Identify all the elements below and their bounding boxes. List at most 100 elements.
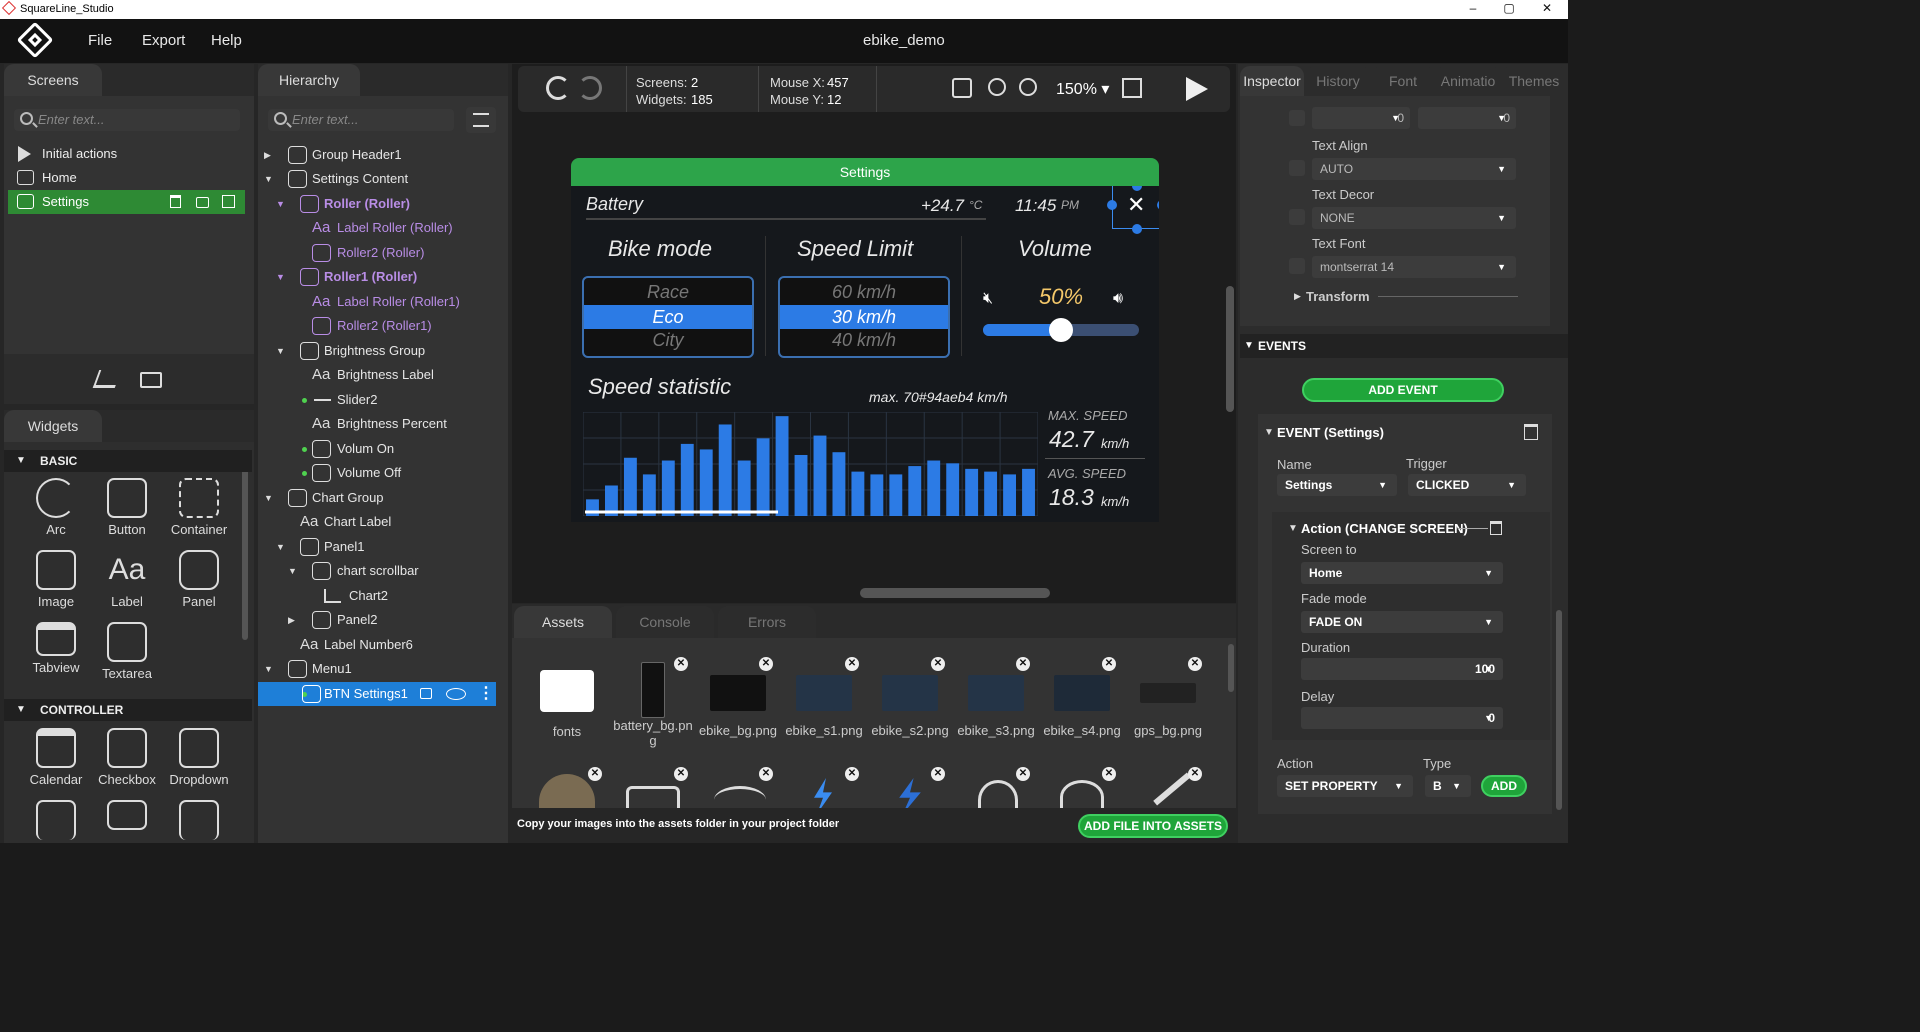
tree-item[interactable]: Slider2 (262, 388, 502, 412)
delete-asset-icon[interactable]: ✕ (588, 767, 602, 781)
device-preview[interactable]: Settings Battery +24.7 °C 11:45 PM ✕ Bik… (571, 158, 1159, 522)
asset-gps-bg[interactable]: gps_bg.png (1128, 675, 1208, 738)
delete-asset-icon[interactable]: ✕ (1102, 657, 1116, 671)
tree-item[interactable]: ▼ Brightness Group (262, 339, 502, 363)
widget-calendar[interactable]: Calendar (21, 728, 91, 787)
delete-asset-icon[interactable]: ✕ (845, 767, 859, 781)
delete-action-icon[interactable] (1490, 521, 1502, 535)
tree-item[interactable]: ▼ Menu1 (262, 657, 502, 681)
widget-arc[interactable]: Arc (21, 478, 91, 537)
tree-item[interactable]: ▼ Settings Content (262, 167, 502, 191)
delete-asset-icon[interactable]: ✕ (931, 657, 945, 671)
tree-item[interactable]: Aa Label Roller (Roller) (262, 216, 502, 240)
checkbox[interactable] (1289, 209, 1305, 225)
duplicate-icon[interactable] (222, 195, 235, 208)
asset-ebike-s3[interactable]: ebike_s3.png (956, 675, 1036, 738)
asset-ebike-bg[interactable]: ebike_bg.png (698, 675, 778, 738)
tab-errors[interactable]: Errors (718, 606, 816, 638)
more-icon[interactable]: ⋮ (478, 682, 494, 706)
assets-scrollbar[interactable] (1228, 644, 1234, 692)
volume-on-icon[interactable]: 🔊︎ (1113, 290, 1123, 308)
duration-input[interactable]: 100 (1301, 658, 1503, 680)
fade-mode-dropdown[interactable]: FADE ON (1301, 611, 1503, 633)
canvas-vscrollbar[interactable] (1226, 286, 1234, 412)
speed-limit-roller[interactable]: 60 km/h 30 km/h 40 km/h (778, 276, 950, 358)
redo-icon[interactable] (578, 76, 602, 100)
number-field[interactable]: 0 (1312, 107, 1410, 129)
delete-icon[interactable] (170, 195, 181, 208)
text-align-dropdown[interactable]: AUTO (1312, 158, 1516, 180)
volume-slider-knob[interactable] (1049, 318, 1073, 342)
tree-item[interactable]: Volume Off (262, 461, 502, 485)
section-basic[interactable]: BASIC (4, 450, 252, 472)
screen-item-settings[interactable]: Settings (8, 190, 245, 214)
close-button[interactable]: ✕ (1530, 0, 1564, 19)
delete-asset-icon[interactable]: ✕ (674, 657, 688, 671)
add-event-button[interactable]: ADD EVENT (1302, 378, 1504, 402)
menu-export[interactable]: Export (142, 32, 185, 49)
tree-item[interactable]: ▼ Roller (Roller) (262, 192, 502, 216)
delete-asset-icon[interactable]: ✕ (1016, 657, 1030, 671)
widget-textarea[interactable]: Textarea (92, 622, 162, 681)
tab-hierarchy[interactable]: Hierarchy (258, 64, 360, 96)
asset-fonts[interactable]: fonts (527, 670, 607, 739)
tree-item[interactable]: Roller2 (Roller) (262, 241, 502, 265)
number-field[interactable]: 0 (1418, 107, 1516, 129)
tab-assets[interactable]: Assets (514, 606, 612, 638)
widget-label[interactable]: Aa Label (92, 550, 162, 609)
asset-battery-bg[interactable]: battery_bg.png (613, 662, 693, 748)
asset-ebike-s4[interactable]: ebike_s4.png (1042, 675, 1122, 738)
undo-icon[interactable] (546, 76, 570, 100)
menu-file[interactable]: File (88, 32, 112, 49)
screen-item-home[interactable]: Home (14, 166, 240, 190)
widget-container[interactable]: Container (164, 478, 234, 537)
asset-ebike-s2[interactable]: ebike_s2.png (870, 675, 950, 738)
tab-history[interactable]: History (1306, 66, 1370, 96)
text-decor-dropdown[interactable]: NONE (1312, 207, 1516, 229)
tree-item[interactable]: ▼ chart scrollbar (262, 559, 502, 583)
canvas-hscrollbar[interactable] (860, 588, 1050, 598)
tab-themes[interactable]: Themes (1502, 66, 1566, 96)
zoom-dropdown[interactable]: 150% ▾ (1056, 79, 1109, 99)
zoom-in-icon[interactable] (1019, 78, 1037, 96)
menu-help[interactable]: Help (211, 32, 242, 49)
add-action-button[interactable]: ADD (1481, 775, 1527, 797)
widget-keyboard-like[interactable] (21, 800, 91, 843)
delay-input[interactable]: 0 (1301, 707, 1503, 729)
delete-asset-icon[interactable]: ✕ (931, 767, 945, 781)
tree-item[interactable]: Aa Label Roller (Roller1) (262, 290, 502, 314)
event-name-input[interactable]: Settings (1277, 474, 1397, 496)
delete-asset-icon[interactable]: ✕ (1102, 767, 1116, 781)
type-dropdown[interactable]: B (1425, 775, 1471, 797)
delete-event-icon[interactable] (1524, 424, 1538, 440)
section-controller[interactable]: CONTROLLER (4, 699, 252, 721)
zoom-out-icon[interactable] (988, 78, 1006, 96)
widget-button[interactable]: Button (92, 478, 162, 537)
add-file-into-assets-button[interactable]: ADD FILE INTO ASSETS (1078, 814, 1228, 838)
bike-mode-roller[interactable]: Race Eco City (582, 276, 754, 358)
tab-screens[interactable]: Screens (4, 64, 102, 96)
tab-animation[interactable]: Animatio (1436, 66, 1500, 96)
widget-dropdown[interactable]: Dropdown (164, 728, 234, 787)
settings-close-button[interactable]: ✕ (1112, 186, 1159, 229)
hierarchy-search-input[interactable]: Enter text... (268, 109, 454, 131)
widget-tabview[interactable]: Tabview (21, 622, 91, 675)
collapse-icon[interactable]: ▼ (1288, 523, 1298, 534)
tree-item[interactable]: Roller2 (Roller1) (262, 314, 502, 338)
widget-image[interactable]: Image (21, 550, 91, 609)
eye-icon[interactable] (446, 688, 466, 700)
screens-search-input[interactable]: Enter text... (14, 109, 240, 131)
tree-item[interactable]: Aa Label Number6 (262, 633, 502, 657)
text-font-dropdown[interactable]: montserrat 14 (1312, 256, 1516, 278)
widget-keyboard[interactable] (92, 800, 162, 834)
maximize-button[interactable]: ▢ (1492, 0, 1526, 19)
widget-checkbox[interactable]: Checkbox (92, 728, 162, 787)
delete-asset-icon[interactable]: ✕ (674, 767, 688, 781)
tree-item[interactable]: Chart2 (262, 584, 502, 608)
widget-panel[interactable]: Panel (164, 550, 234, 609)
delete-asset-icon[interactable]: ✕ (759, 657, 773, 671)
screen-to-dropdown[interactable]: Home (1301, 562, 1503, 584)
fit-image-icon[interactable] (952, 78, 972, 98)
tree-item[interactable]: Volum On (262, 437, 502, 461)
list-options-button[interactable] (466, 107, 496, 133)
